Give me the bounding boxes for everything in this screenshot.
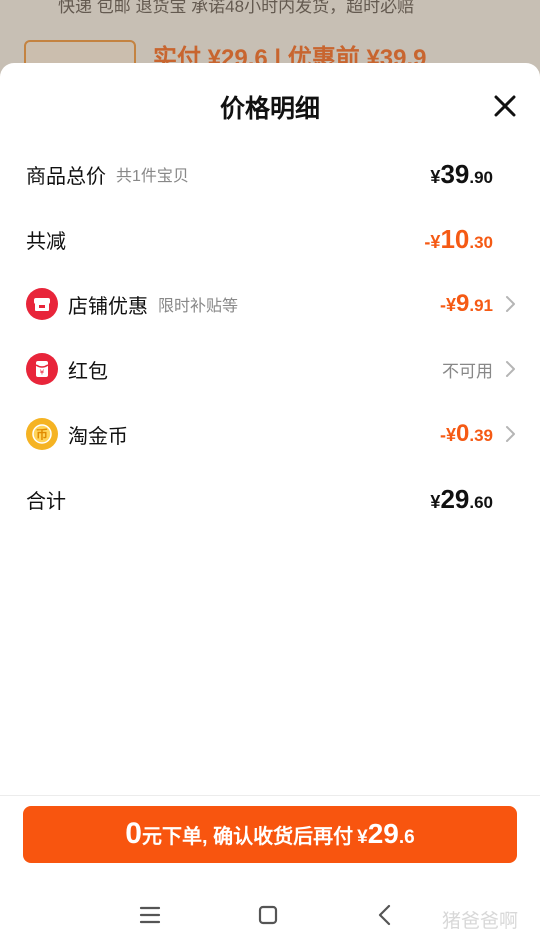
row-label: 店铺优惠 <box>68 295 148 318</box>
coins-value: -¥ 0 .39 <box>439 420 493 447</box>
red-packet-status: 不可用 <box>442 361 493 381</box>
row-total-discount: 共减 -¥ 10 .30 <box>26 219 520 259</box>
row-shop-discount[interactable]: 店铺优惠 限时补贴等 -¥ 9 .91 <box>26 284 520 324</box>
chevron-right-icon <box>506 361 515 377</box>
row-red-packet[interactable]: ¥ 红包 不可用 <box>26 349 520 389</box>
shop-discount-value: -¥ 9 .91 <box>439 290 493 317</box>
shop-icon <box>26 288 58 320</box>
row-goods-total: 商品总价 共1件宝贝 ¥ 39 .90 <box>26 154 520 194</box>
red-packet-icon: ¥ <box>26 353 58 385</box>
row-label: 红包 <box>68 360 108 383</box>
row-label: 共减 <box>26 230 66 253</box>
shop-discount-sub: 限时补贴等 <box>158 298 239 315</box>
row-taobao-coins[interactable]: 币 淘金币 -¥ 0 .39 <box>26 414 520 454</box>
item-count-text: 共1件宝贝 <box>116 168 189 185</box>
row-label: 合计 <box>26 490 66 513</box>
system-nav-bar: 猪爸爸啊 <box>0 886 540 949</box>
price-detail-sheet: 价格明细 商品总价 共1件宝贝 ¥ 39 .90 共减 -¥ 10 .30 店铺… <box>0 63 540 949</box>
row-total: 合计 ¥ 29 .60 <box>26 479 520 519</box>
watermark-text: 猪爸爸啊 <box>441 911 518 932</box>
divider <box>0 795 540 796</box>
back-chevron-icon <box>378 904 391 926</box>
menu-button[interactable] <box>139 904 161 931</box>
chevron-right-icon <box>506 296 515 312</box>
close-icon <box>494 95 516 117</box>
close-button[interactable] <box>492 93 518 119</box>
home-square-icon <box>258 905 278 925</box>
row-label: 商品总价 <box>26 165 106 188</box>
pay-later-button[interactable]: 0 元下单, 确认收货后再付 ¥ 29 .6 <box>23 806 517 863</box>
total-value: ¥ 29 .60 <box>430 483 493 514</box>
svg-text:币: 币 <box>36 428 48 442</box>
home-button[interactable] <box>257 904 279 931</box>
menu-icon <box>139 906 161 924</box>
coin-icon: 币 <box>26 418 58 450</box>
back-button[interactable] <box>376 904 394 931</box>
row-label: 淘金币 <box>68 425 128 448</box>
goods-total-value: ¥ 39 .90 <box>430 158 493 189</box>
chevron-right-icon <box>506 426 515 442</box>
svg-text:¥: ¥ <box>40 369 45 377</box>
total-discount-value: -¥ 10 .30 <box>424 223 493 254</box>
sheet-title: 价格明细 <box>219 95 320 123</box>
